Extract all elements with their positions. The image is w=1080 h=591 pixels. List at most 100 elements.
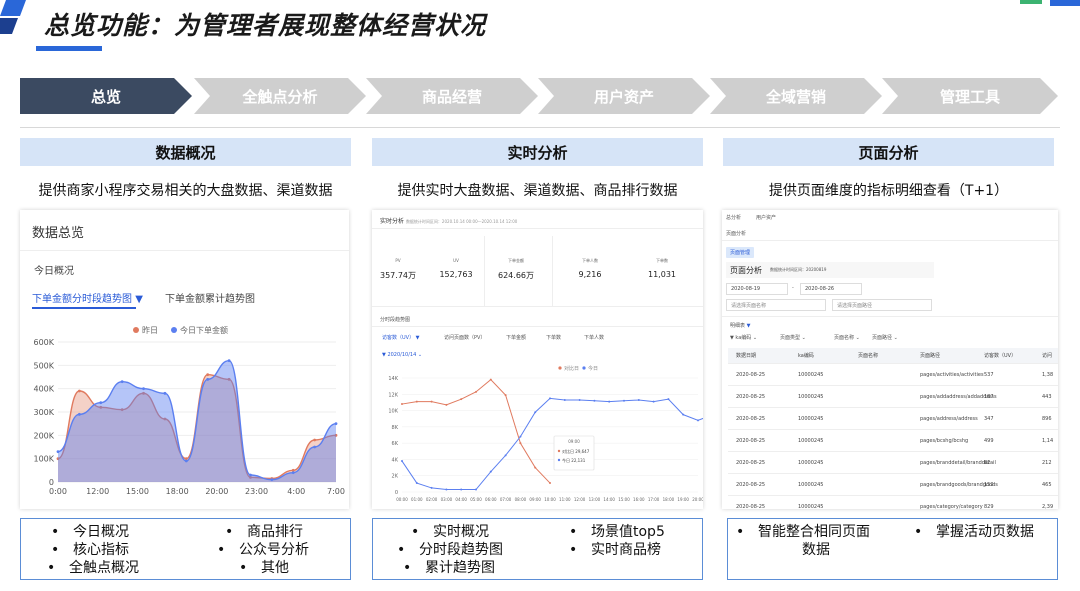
filter-icon[interactable]: ▼ bbox=[135, 294, 143, 305]
table-row[interactable]: 2020-08-25 10000245 pages/branddetail/bran… bbox=[728, 452, 1058, 474]
y-tick-label: 300K bbox=[33, 408, 54, 417]
page-manage-tag[interactable]: 页面管理 bbox=[726, 247, 755, 258]
table-row[interactable]: 2020-08-25 10000245 pages/brandgoods/brand… bbox=[728, 474, 1058, 496]
date-to-value: 2020-08-26 bbox=[805, 286, 835, 292]
step-tools[interactable]: 管理工具 bbox=[882, 78, 1058, 114]
legend-swatch bbox=[133, 327, 139, 333]
data-point bbox=[163, 391, 167, 395]
header-cell[interactable]: ka编码 bbox=[798, 348, 856, 363]
feature-item: • 商品排行 bbox=[225, 524, 303, 540]
feature-item: • 掌握活动页数据 bbox=[914, 524, 1034, 540]
table-cell: 1,14 bbox=[1042, 437, 1054, 444]
page-path-select[interactable]: 请选择页面路径 bbox=[832, 299, 932, 311]
kpi-value: 11,031 bbox=[648, 270, 676, 279]
nav-item[interactable]: 用户资产 bbox=[756, 214, 776, 221]
y-tick-label: 200K bbox=[33, 431, 54, 440]
table-filter[interactable]: ▼ ka编码 ⌄ bbox=[730, 334, 757, 341]
date-from-field[interactable]: 2020-08-19 bbox=[726, 283, 788, 295]
step-touchpoint[interactable]: 全触点分析 bbox=[194, 78, 366, 114]
header-cell[interactable]: 页面路径 bbox=[920, 348, 980, 363]
page-title: 总览功能：为管理者展现整体经营状况 bbox=[44, 11, 487, 40]
x-tick-label: 06:00 bbox=[485, 497, 497, 502]
separator bbox=[20, 250, 349, 251]
table-row[interactable]: 2020-08-25 10000245 pages/activities/activ… bbox=[728, 364, 1058, 386]
data-point bbox=[682, 413, 685, 416]
data-point bbox=[504, 394, 507, 397]
filter-icon[interactable]: ▼ bbox=[747, 323, 751, 329]
table-cell: 2,39 bbox=[1042, 503, 1054, 510]
kpi-value: 152,763 bbox=[439, 270, 473, 279]
table-cell: 10000245 bbox=[798, 393, 824, 400]
nav-item[interactable]: 总分析 bbox=[726, 214, 741, 221]
tab-cumulative-trend[interactable]: 下单金额累计趋势图 bbox=[165, 290, 255, 305]
detail-label: 明细表 bbox=[730, 323, 746, 329]
data-point bbox=[460, 398, 463, 401]
table-cell: 465 bbox=[1042, 481, 1052, 488]
date-to-field[interactable]: 2020-08-26 bbox=[800, 283, 862, 295]
data-point bbox=[549, 397, 551, 400]
data-point bbox=[637, 398, 640, 401]
x-tick-label: 11:00 bbox=[559, 497, 571, 502]
y-tick-label: 100K bbox=[33, 455, 54, 464]
page-analysis-features-box: • 智能整合相同页面 数据 • 掌握活动页数据 bbox=[727, 518, 1058, 580]
trend-tab[interactable]: 访客数（UV） ▼ bbox=[382, 334, 420, 341]
trend-tab[interactable]: 下单人数 bbox=[584, 334, 604, 341]
date-select[interactable]: ▼ 2020/10/14 ⌄ bbox=[382, 352, 422, 358]
x-tick-label: 14:00 bbox=[603, 497, 615, 502]
table-cell: 2020-08-25 bbox=[736, 437, 766, 444]
trend-tab[interactable]: 访问页面数（PV） bbox=[444, 334, 485, 341]
table-cell: 2020-08-25 bbox=[736, 371, 766, 378]
data-point bbox=[489, 378, 492, 381]
title-note: 数据统计时间区间：20200819 bbox=[770, 267, 827, 272]
x-tick-label: 07:00 bbox=[500, 497, 512, 502]
trend-tab[interactable]: 下单金额 bbox=[506, 334, 526, 341]
table-row[interactable]: 2020-08-25 10000245 pages/address/address 3… bbox=[728, 408, 1058, 430]
step-overview[interactable]: 总览 bbox=[20, 78, 192, 114]
tab-hourly-trend[interactable]: 下单金额分时段趋势图 ▼ bbox=[32, 290, 143, 305]
data-point bbox=[623, 399, 625, 402]
table-row[interactable]: 2020-08-25 10000245 pages/bcshg/bcshg 499 1,… bbox=[728, 430, 1058, 452]
table-cell bbox=[858, 430, 918, 451]
x-tick-label: 7:00 bbox=[327, 487, 345, 496]
table-cell: pages/activities/activities bbox=[920, 371, 984, 378]
table-row[interactable]: 2020-08-25 10000245 pages/category/categor… bbox=[728, 496, 1058, 510]
tooltip-value: 对比日 29,647 bbox=[562, 448, 590, 454]
table-filter[interactable]: 页面类型 ⌄ bbox=[780, 334, 806, 341]
table-cell bbox=[858, 386, 918, 407]
tooltip-value: 今日 22,131 bbox=[562, 457, 586, 463]
table-cell bbox=[858, 474, 918, 495]
trend-tab[interactable]: 下单数 bbox=[546, 334, 561, 341]
y-tick-label: 600K bbox=[33, 338, 54, 347]
table-cell: pages/addaddress/addaddress bbox=[920, 393, 997, 400]
step-marketing[interactable]: 全域营销 bbox=[710, 78, 882, 114]
table-cell: 2020-08-25 bbox=[736, 481, 766, 488]
table-cell: 499 bbox=[984, 437, 994, 444]
header-cell[interactable]: 数据日期 bbox=[736, 348, 796, 363]
table-filter[interactable]: 页面名称 ⌄ bbox=[834, 334, 860, 341]
page-name-select[interactable]: 请选择页面名称 bbox=[726, 299, 826, 311]
step-users[interactable]: 用户资产 bbox=[538, 78, 710, 114]
table-cell: 10000245 bbox=[798, 503, 824, 510]
table-row[interactable]: 2020-08-25 10000245 pages/addaddress/addad… bbox=[728, 386, 1058, 408]
panel-title: 数据总览 bbox=[32, 226, 85, 241]
step-goods[interactable]: 商品经营 bbox=[366, 78, 538, 114]
table-cell: 347 bbox=[984, 415, 994, 422]
x-tick-label: 05:00 bbox=[470, 497, 482, 502]
corner-decoration bbox=[1020, 0, 1080, 6]
kpi-label: 下单数 bbox=[656, 258, 668, 263]
table-filter[interactable]: 页面路径 ⌄ bbox=[872, 334, 898, 341]
header-cell[interactable]: 访问 bbox=[1042, 348, 1058, 363]
separator bbox=[372, 228, 703, 229]
data-point bbox=[460, 488, 463, 491]
panel-title-note: 数据统计时间区间：2020.10.14 00:00—2020.10.14 12:… bbox=[405, 219, 518, 224]
x-tick-label: 02:00 bbox=[426, 497, 438, 502]
header-cell[interactable]: 访客数（UV） bbox=[984, 348, 1040, 363]
data-point bbox=[489, 470, 492, 473]
table-cell: 10000245 bbox=[798, 481, 824, 488]
header-cell[interactable]: 页面名称 bbox=[858, 348, 918, 363]
kpi-label: UV bbox=[453, 258, 459, 263]
x-tick-label: 12:00 bbox=[574, 497, 586, 502]
y-tick-label: 6K bbox=[392, 441, 399, 447]
y-tick-label: 500K bbox=[33, 361, 54, 370]
step-label: 商品经营 bbox=[421, 87, 482, 106]
